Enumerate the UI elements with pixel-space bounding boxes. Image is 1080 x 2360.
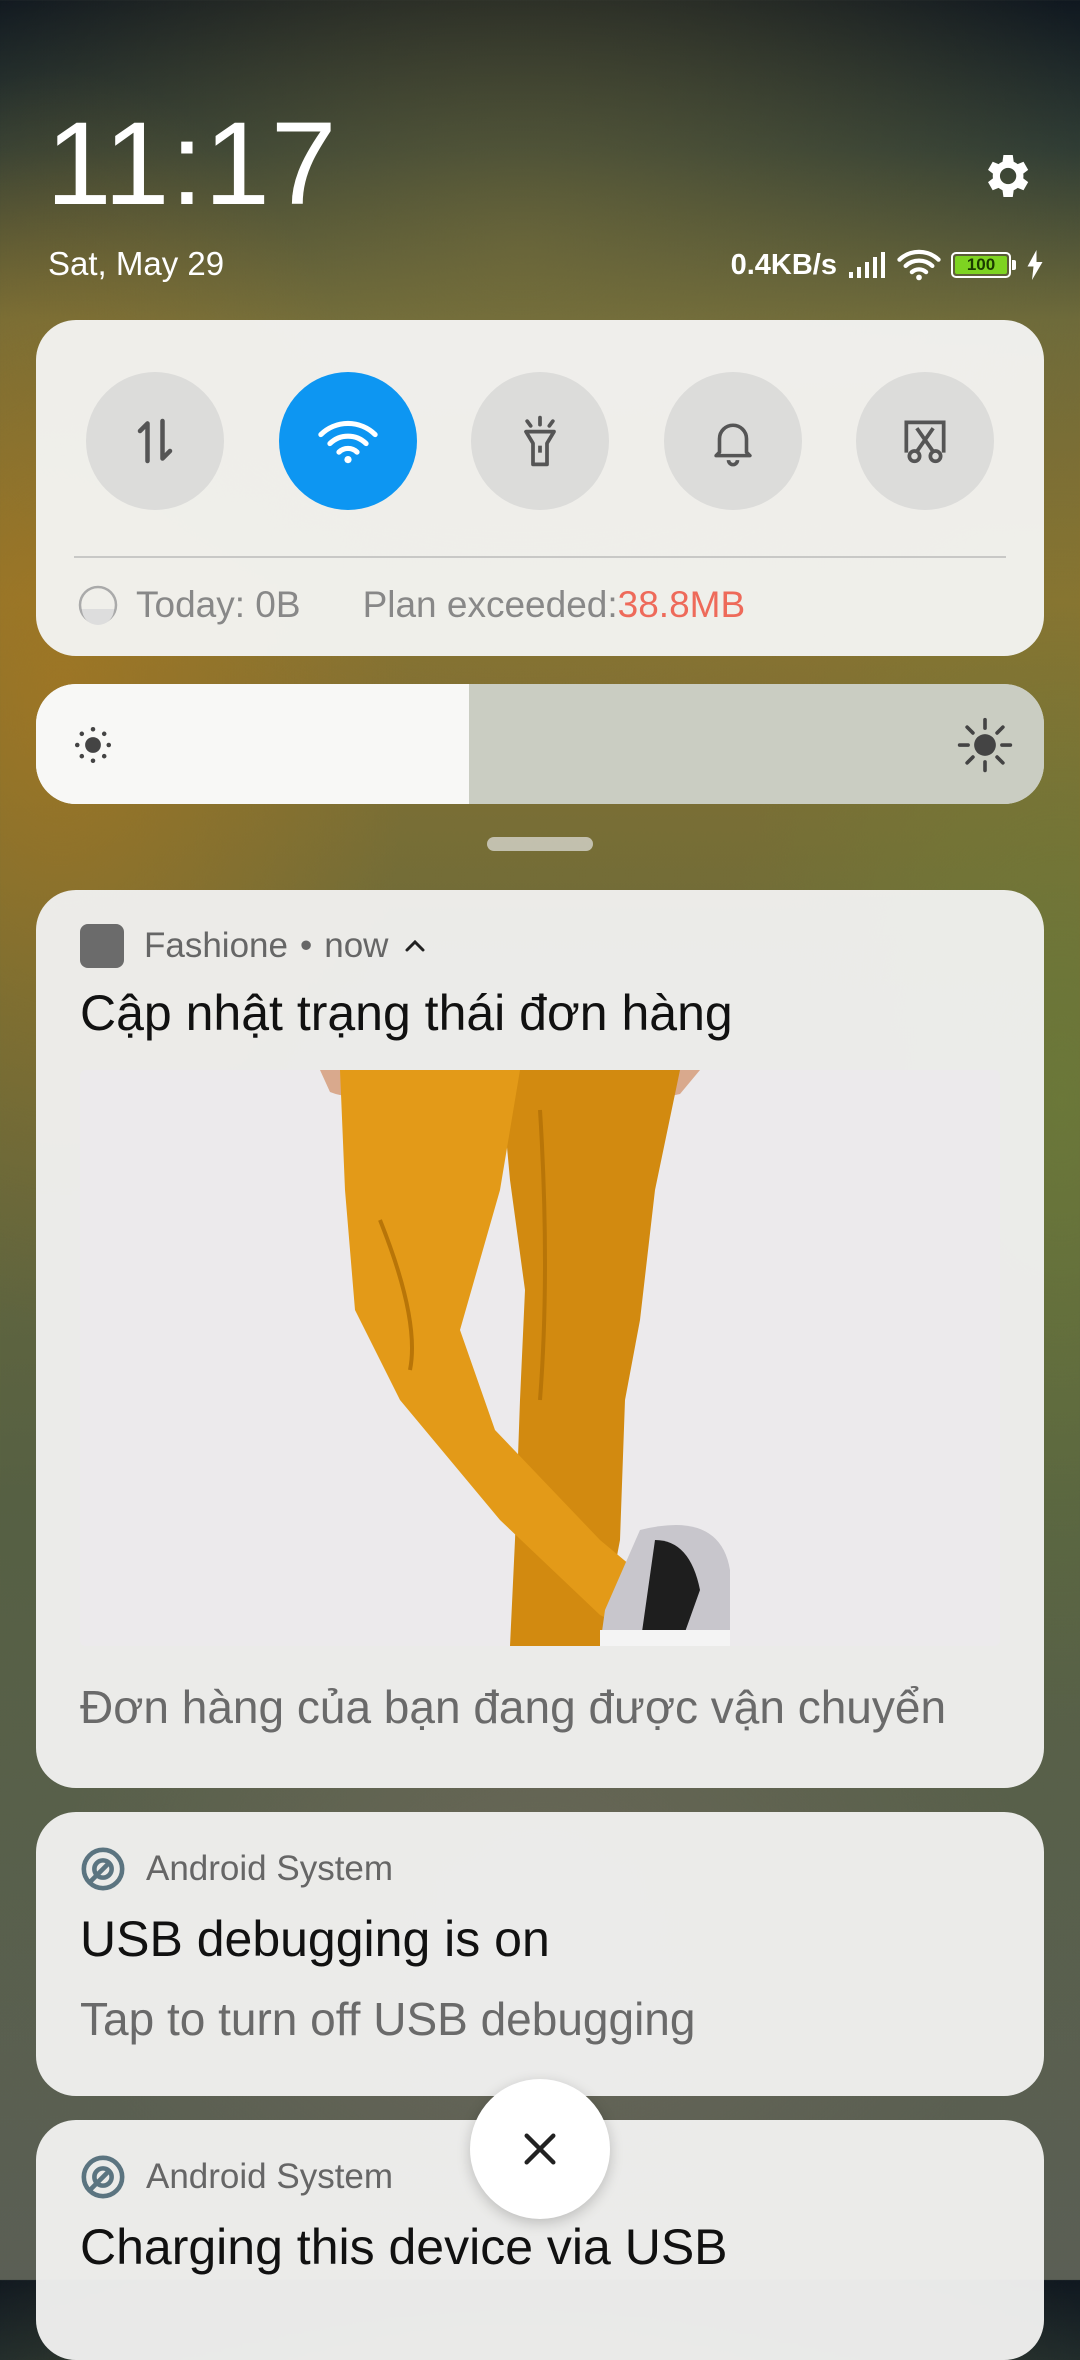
signal-icon <box>849 252 885 278</box>
brightness-slider[interactable] <box>36 684 1044 804</box>
notification-header: Android System <box>80 1846 393 1892</box>
divider <box>74 556 1006 558</box>
status-bar: 0.4KB/s 100 <box>731 245 1044 285</box>
notification-body: Tap to turn off USB debugging <box>80 1993 696 2045</box>
notification-body: Đơn hàng của bạn đang được vận chuyển <box>80 1681 947 1733</box>
separator-dot: • <box>299 926 313 965</box>
plan-label: Plan exceeded: <box>362 584 618 625</box>
app-name: Fashione <box>144 926 288 965</box>
gear-icon[interactable] <box>978 148 1034 204</box>
app-name: Android System <box>146 2157 394 2196</box>
flashlight-toggle[interactable] <box>471 372 609 510</box>
wifi-toggle[interactable] <box>278 372 417 510</box>
usage-today: Today: 0B <box>136 584 301 625</box>
scissors-icon <box>904 420 946 464</box>
chevron-up-icon[interactable] <box>404 938 426 954</box>
sound-toggle[interactable] <box>663 372 802 510</box>
plan-exceeded-value: 38.8MB <box>617 584 746 625</box>
network-speed: 0.4KB/s <box>730 248 837 281</box>
data-arrows-icon <box>137 418 173 464</box>
brightness-low-icon <box>74 726 112 764</box>
data-usage[interactable]: Today: 0B Plan exceeded: 38.8MB <box>78 584 745 626</box>
wifi-status-icon <box>897 249 941 281</box>
android-system-icon <box>81 1847 125 1891</box>
date[interactable]: Sat, May 29 <box>48 245 224 283</box>
flashlight-icon <box>524 415 556 467</box>
notification-time: now <box>324 926 389 965</box>
notification-title: Cập nhật trạng thái đơn hàng <box>80 985 733 1041</box>
quick-settings-panel: Today: 0B Plan exceeded: 38.8MB <box>36 320 1044 656</box>
battery-icon: 100 <box>951 252 1016 278</box>
product-image <box>80 1070 1000 1646</box>
app-icon <box>80 924 124 968</box>
battery-level: 100 <box>955 255 1007 274</box>
wifi-icon <box>317 420 378 464</box>
usage-ring-icon <box>78 585 118 625</box>
mobile-data-toggle[interactable] <box>86 372 224 510</box>
clear-all-button[interactable] <box>470 2079 610 2219</box>
charging-icon <box>1027 250 1043 280</box>
notification-usb-debugging[interactable]: Android System USB debugging is on Tap t… <box>36 1812 1044 2096</box>
screenshot-toggle[interactable] <box>856 372 994 510</box>
notification-fashione[interactable]: Fashione • now Cập nhật trạng thái đơn h… <box>36 890 1044 1788</box>
android-system-icon <box>81 2155 125 2199</box>
close-icon <box>524 2133 556 2165</box>
app-name: Android System <box>146 1849 394 1888</box>
notification-title: Charging this device via USB <box>80 2219 728 2275</box>
notification-header: Fashione • now <box>80 924 426 968</box>
notification-header: Android System <box>80 2154 393 2200</box>
clock[interactable]: 11:17 <box>46 105 338 223</box>
brightness-high-icon <box>957 717 1013 773</box>
notification-title: USB debugging is on <box>80 1911 550 1967</box>
drag-handle[interactable] <box>487 837 593 851</box>
bell-icon <box>713 423 752 467</box>
